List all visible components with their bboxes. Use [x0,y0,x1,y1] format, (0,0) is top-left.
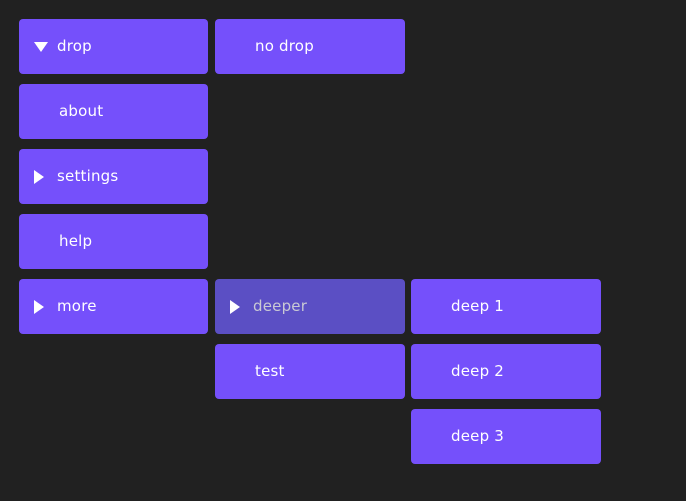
menu-item-no-drop[interactable]: no drop [215,19,405,74]
menu-root: drop about settings help more no drop deeper te… [0,0,686,501]
caret-down-icon [33,19,53,74]
menu-item-about[interactable]: about [19,84,208,139]
menu-item-label: deep 3 [451,427,505,445]
caret-right-icon [229,279,249,334]
menu-item-help[interactable]: help [19,214,208,269]
menu-item-deep-3[interactable]: deep 3 [411,409,601,464]
menu-item-label: about [59,102,104,120]
menu-item-settings[interactable]: settings [19,149,208,204]
menu-item-deep-2[interactable]: deep 2 [411,344,601,399]
menu-item-deeper[interactable]: deeper [215,279,405,334]
menu-item-label: test [255,362,285,380]
caret-right-icon [33,279,53,334]
menu-item-label: no drop [255,37,314,55]
menu-item-more[interactable]: more [19,279,208,334]
menu-item-deep-1[interactable]: deep 1 [411,279,601,334]
menu-item-test[interactable]: test [215,344,405,399]
caret-right-icon [33,149,53,204]
menu-item-label: help [59,232,93,250]
menu-item-label: deep 2 [451,362,505,380]
menu-item-label: settings [57,167,119,185]
menu-item-drop[interactable]: drop [19,19,208,74]
menu-item-label: more [57,297,97,315]
menu-item-label: drop [57,37,92,55]
menu-item-label: deeper [253,297,308,315]
menu-item-label: deep 1 [451,297,505,315]
